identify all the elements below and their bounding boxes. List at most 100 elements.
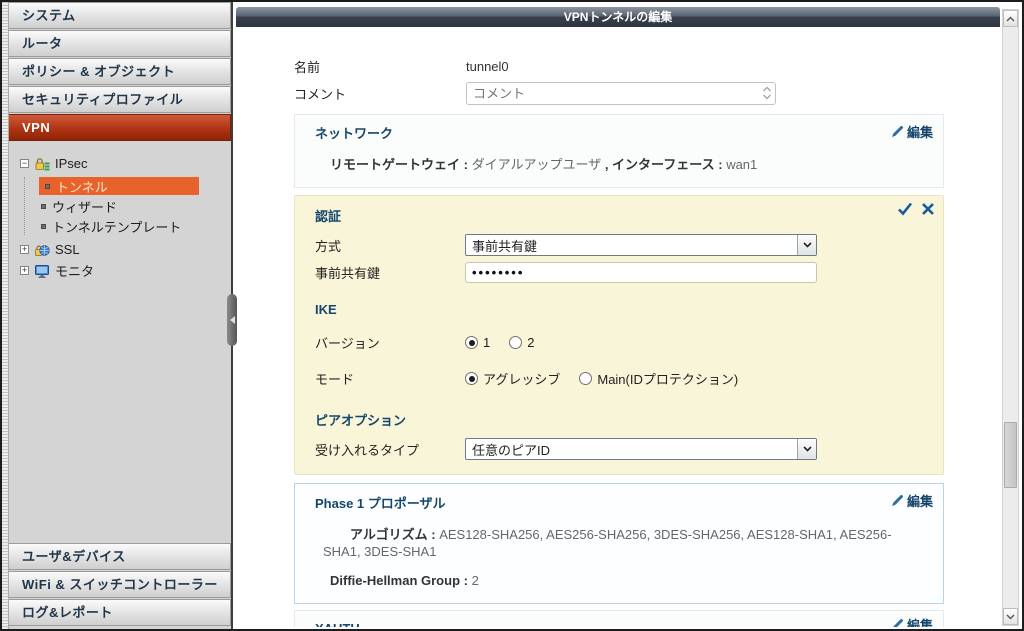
tree-node-ipsec[interactable]: − IPsec [20,153,231,174]
edit-label: 編集 [906,125,933,140]
auth-section-title: 認証 [315,209,342,224]
separator: : [460,573,472,588]
sidebar-texture [2,2,9,629]
version-1-radio[interactable] [465,336,478,349]
scroll-down-button[interactable] [1003,608,1018,625]
authentication-section: 認証 方式 事前共有鍵 事前共有鍵 IKE バージョン [294,195,944,475]
sidebar-bottom-menu: ユーザ&デバイス WiFi & スイッチコントローラー ログ&レポート [9,543,231,627]
sidebar-item-user-device[interactable]: ユーザ&デバイス [9,543,231,570]
algorithms-label: アルゴリズム [350,527,428,542]
sidebar-item-policy-objects[interactable]: ポリシー & オブジェクト [9,58,231,85]
peer-options-title: ピアオプション [315,413,407,428]
sidebar-item-wifi-switch[interactable]: WiFi & スイッチコントローラー [9,571,231,598]
remote-gateway-value: ダイアルアップユーザ [471,157,602,172]
edit-label: 編集 [906,494,933,509]
name-label: 名前 [294,59,321,75]
preshared-key-input[interactable] [465,262,817,283]
chevron-left-icon [229,316,235,324]
method-label: 方式 [315,238,342,254]
preshared-key-label: 事前共有鍵 [315,266,381,281]
mode-aggressive-radio[interactable] [465,372,478,385]
version-2-radio[interactable] [509,336,523,349]
accepted-type-select[interactable]: 任意のピアID [465,438,817,460]
sidebar-item-router[interactable]: ルータ [9,30,231,57]
check-icon [898,202,913,216]
comment-label: コメント [294,86,347,102]
separator: , [601,157,613,172]
tree-node-ssl[interactable]: + SSL [20,239,231,260]
phase1-title: Phase 1 プロポーザル [315,496,446,511]
dialog-titlebar: VPNトンネルの編集 [236,7,1000,27]
app-window: システム ルータ ポリシー & オブジェクト セキュリティプロファイル VPN … [0,0,1024,631]
expand-icon[interactable]: + [20,266,29,275]
tree-label-tunnel-template: トンネルテンプレート [52,220,182,235]
network-summary: リモートゲートウェイ : ダイアルアップユーザ , インターフェース : wan… [315,154,943,173]
network-edit-button[interactable]: 編集 [891,122,933,141]
chevron-down-icon [797,439,816,459]
method-select[interactable]: 事前共有鍵 [465,234,817,256]
separator: : [714,157,727,172]
version-2-label: 2 [527,335,535,350]
ssl-globe-lock-icon [34,242,50,258]
version-1-label: 1 [483,335,491,350]
remote-gateway-label: リモートゲートウェイ [330,157,461,172]
resize-spinner-icon[interactable] [762,85,772,104]
mode-main-radio[interactable] [579,372,593,385]
chevron-down-icon [797,235,816,255]
tree-label-tunnel: トンネル [56,179,108,195]
xauth-edit-button[interactable]: 編集 [891,615,933,627]
sidebar-item-system[interactable]: システム [9,2,231,29]
tree-label-ssl: SSL [55,242,80,257]
xauth-section: XAUTH 編集 タイプ : 無効 [294,610,944,627]
collapse-icon[interactable]: − [20,159,29,168]
tree-label-ipsec: IPsec [55,156,88,171]
pencil-icon [891,125,904,137]
confirm-button[interactable] [897,201,913,216]
tree-item-tunnel-template[interactable]: トンネルテンプレート [39,218,231,235]
mode-aggressive-label: アグレッシブ [483,372,561,387]
comment-input[interactable] [466,81,776,105]
pencil-icon [893,618,904,627]
sidebar: システム ルータ ポリシー & オブジェクト セキュリティプロファイル VPN … [2,2,231,629]
monitor-icon [34,263,50,279]
scrollbar-thumb[interactable] [1004,422,1017,488]
chevron-up-icon [1006,16,1015,21]
tree-label-monitor: モニタ [55,264,95,279]
network-section-title: ネットワーク [315,126,394,141]
separator: : [460,157,472,172]
sidebar-item-security-profiles[interactable]: セキュリティプロファイル [9,86,231,113]
xauth-title: XAUTH [315,621,943,627]
edit-label: 編集 [906,618,933,627]
tree-item-wizard[interactable]: ウィザード [39,198,231,215]
ipsec-children: トンネル ウィザード トンネルテンプレート [24,177,231,235]
form-scroll-area: 名前 tunnel0 コメント ネットワーク [236,27,1000,627]
sidebar-item-log-report[interactable]: ログ&レポート [9,599,231,626]
phase1-algorithms: アルゴリズム : AES128-SHA256, AES256-SHA256, 3… [315,526,943,560]
accepted-type-label: 受け入れるタイプ [315,442,420,458]
phase1-dh-group: Diffie-Hellman Group : 2 [315,573,943,588]
expand-icon[interactable]: + [20,245,29,254]
main-panel: VPNトンネルの編集 名前 tunnel0 コメント コメント ネットワーク 編… [227,2,1022,629]
sidebar-collapse-handle[interactable] [227,294,237,346]
dh-group-label: Diffie-Hellman Group [330,573,461,588]
phase1-edit-button[interactable]: 編集 [891,491,933,510]
ike-mode-label: モード [315,372,355,387]
vertical-scrollbar[interactable] [1002,9,1019,626]
pencil-icon [891,494,904,506]
phase1-proposal-section: Phase 1 プロポーザル 編集 アルゴリズム : AES128-SHA256… [294,483,944,604]
vpn-tree: − IPsec トンネル ウィザード トンネルテンプレート + SSL + モニ… [9,142,231,281]
x-icon [922,202,934,215]
tree-label-wizard: ウィザード [52,200,118,215]
tree-bullet-icon [41,204,46,209]
sidebar-item-vpn[interactable]: VPN [9,114,231,141]
accepted-type-value: 任意のピアID [472,442,551,458]
cancel-button[interactable] [921,201,935,216]
ipsec-lock-icon [34,156,50,172]
tunnel-name-value: tunnel0 [466,58,509,74]
page-title: VPNトンネルの編集 [563,10,673,24]
scroll-up-button[interactable] [1003,10,1018,27]
dh-group-value: 2 [471,573,479,588]
interface-label: インターフェース [612,157,715,172]
tree-item-tunnel[interactable]: トンネル [39,177,199,195]
tree-node-monitor[interactable]: + モニタ [20,260,231,281]
